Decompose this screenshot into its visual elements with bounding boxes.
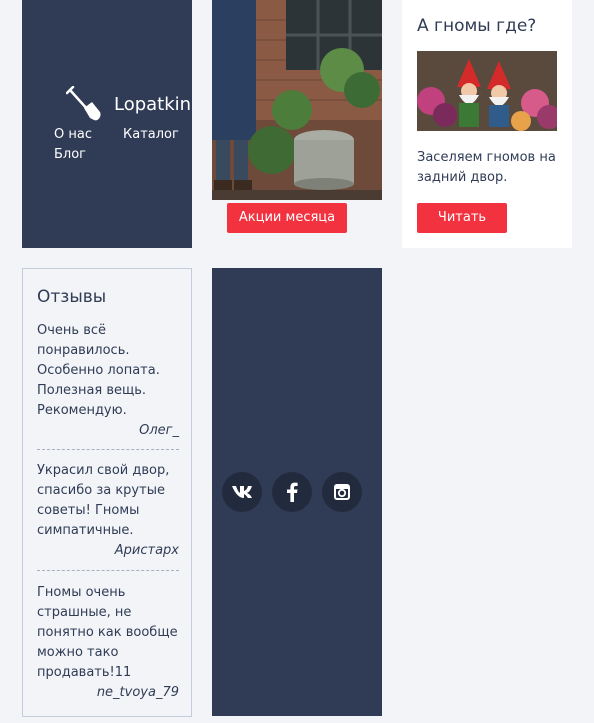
review-divider — [37, 570, 179, 571]
review-author: Олег_ — [139, 423, 179, 438]
gnome-article-card: А гномы где? Заселяем гномов на задний д… — [402, 0, 572, 248]
logo-text[interactable]: Lopatkin — [114, 94, 191, 115]
review-item: Гномы очень страшные, не понятно как воо… — [37, 583, 179, 703]
review-text: Гномы очень страшные, не понятно как воо… — [37, 585, 178, 680]
brand-panel: Lopatkin О нас Каталог Блог — [22, 0, 192, 248]
nav-link-about[interactable]: О нас — [54, 127, 92, 142]
review-item: Очень всё понравилось. Особенно лопата. … — [37, 321, 179, 441]
gnome-image — [417, 51, 557, 131]
nav-link-blog[interactable]: Блог — [54, 147, 86, 162]
nav-link-catalog[interactable]: Каталог — [123, 127, 179, 142]
gnome-card-title: А гномы где? — [417, 16, 537, 36]
storefront-photo — [212, 0, 382, 200]
review-text: Украсил свой двор, спасибо за крутые сов… — [37, 463, 170, 538]
read-button[interactable]: Читать — [417, 203, 507, 233]
promo-block: Акции месяца — [212, 0, 382, 248]
review-author: ne_tvoya_79 — [96, 685, 179, 700]
vk-icon[interactable] — [222, 472, 262, 512]
review-text: Очень всё понравилось. Особенно лопата. … — [37, 323, 160, 418]
review-divider — [37, 449, 179, 450]
instagram-icon[interactable] — [322, 472, 362, 512]
reviews-title: Отзывы — [37, 287, 107, 307]
social-panel — [212, 268, 382, 716]
reviews-panel: Отзывы Очень всё понравилось. Особенно л… — [22, 268, 192, 717]
promo-month-button[interactable]: Акции месяца — [227, 203, 347, 233]
facebook-icon[interactable] — [272, 472, 312, 512]
gnome-card-text: Заселяем гномов на задний двор. — [417, 150, 556, 185]
review-author: Аристарх — [114, 543, 179, 558]
review-item: Украсил свой двор, спасибо за крутые сов… — [37, 461, 179, 561]
shovel-logo-icon — [66, 86, 101, 121]
